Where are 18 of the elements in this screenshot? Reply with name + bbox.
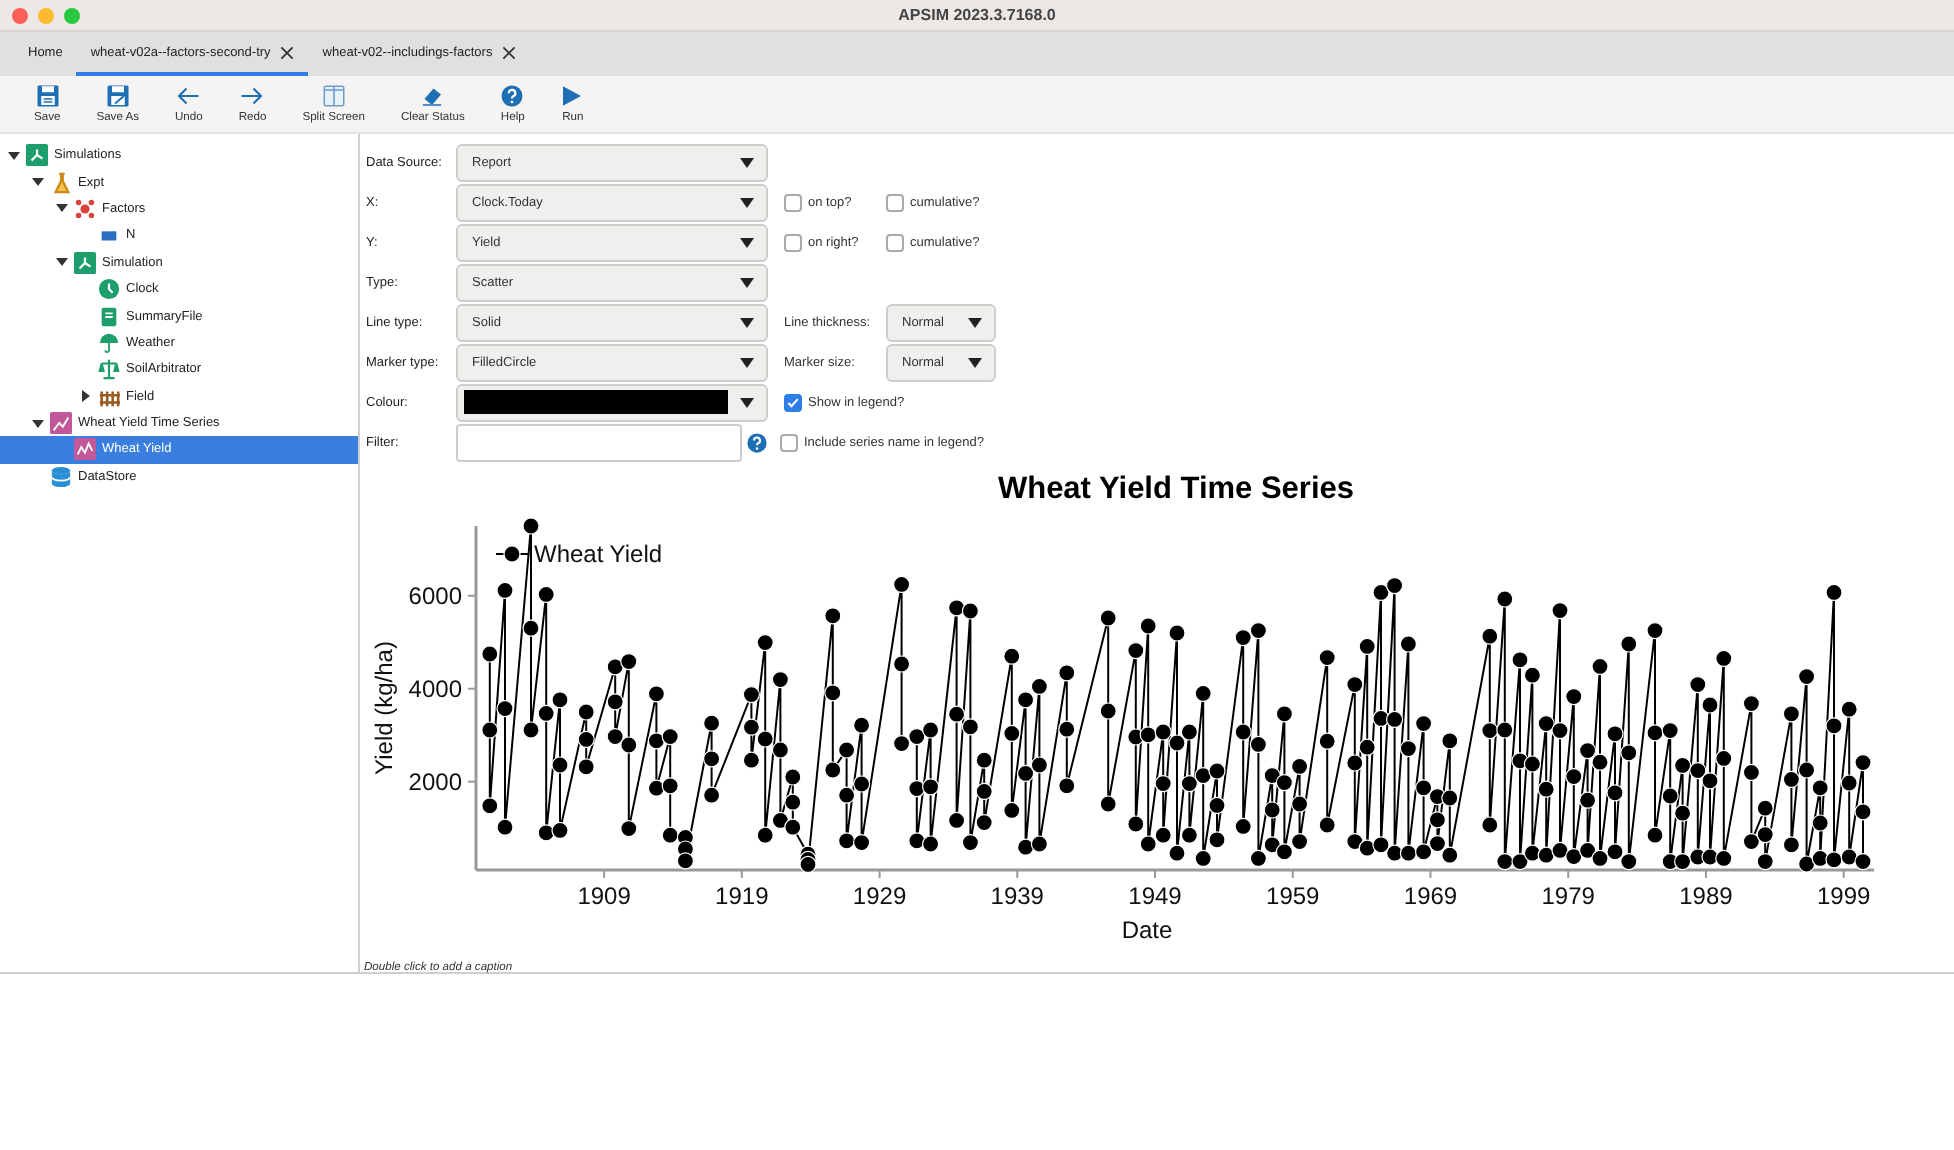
tick-label: 2000	[408, 767, 462, 796]
tick-label: 1919	[715, 882, 769, 910]
tick-label: 6000	[408, 581, 462, 610]
tick-label: 1949	[1128, 882, 1182, 910]
legend-label: Wheat Yield	[534, 540, 663, 568]
tick-label: 1999	[1817, 882, 1871, 910]
tick-label: 1929	[852, 882, 907, 910]
tick-label: 4000	[408, 674, 462, 703]
tick-label: 1959	[1266, 882, 1320, 910]
tick-label: 1969	[1403, 882, 1458, 910]
window-title: APSIM 2023.3.7168.0	[898, 6, 1056, 24]
axis-title: Yield (kg/ha)	[370, 641, 398, 775]
tick-label: 1939	[990, 882, 1044, 910]
tick-label: 1989	[1679, 882, 1733, 910]
tick-label: 1909	[577, 882, 631, 910]
axis-title: Date	[1121, 916, 1173, 944]
tick-label: 1979	[1541, 882, 1595, 910]
chart-title: Wheat Yield Time Series	[997, 472, 1355, 506]
